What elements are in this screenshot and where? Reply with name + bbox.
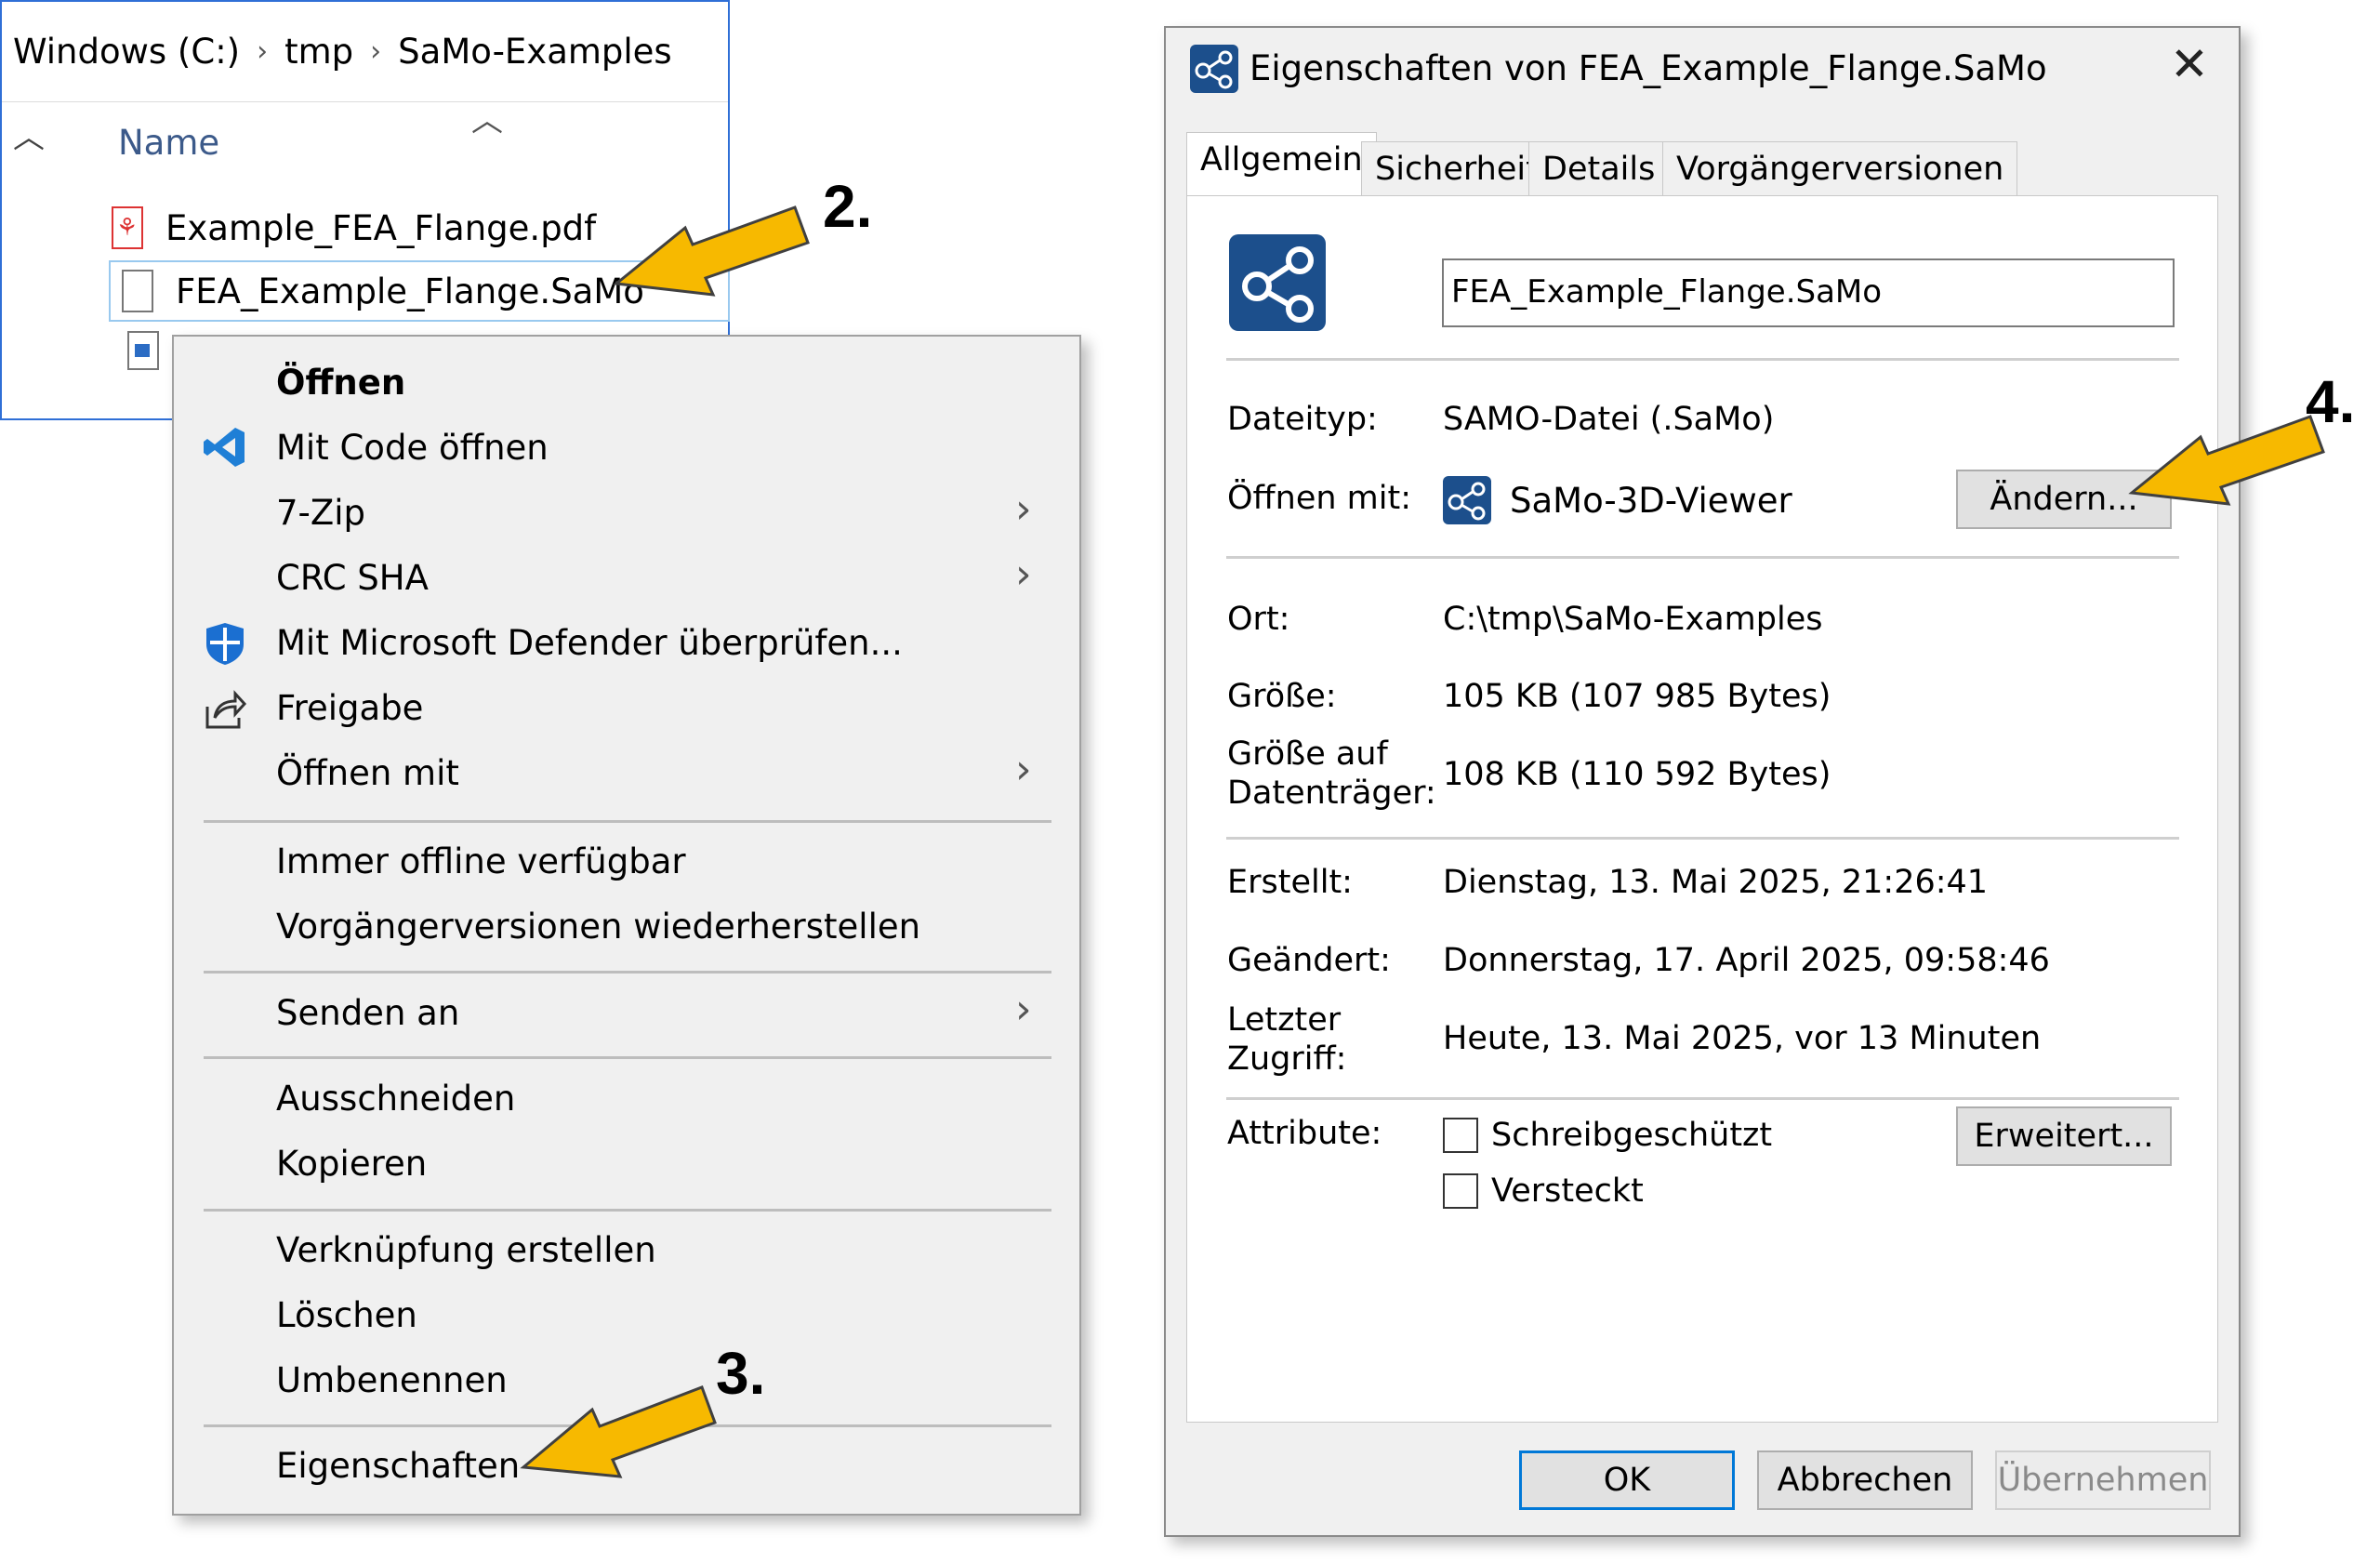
breadcrumb-tmp[interactable]: tmp — [284, 32, 353, 72]
label-zugriff: Zugriff: — [1227, 1040, 1347, 1078]
divider — [1226, 556, 2179, 559]
annotation-arrow-step4 — [2128, 415, 2325, 506]
label-schreibgeschuetzt: Schreibgeschützt — [1491, 1117, 1773, 1154]
label-datentraeger: Datenträger: — [1227, 775, 1436, 812]
label-groesse-auf: Größe auf — [1227, 735, 1388, 773]
value-geaendert: Donnerstag, 17. April 2025, 09:58:46 — [1443, 942, 2050, 979]
pdf-file-icon — [112, 206, 143, 249]
scroll-up-icon[interactable]: ︿ — [13, 112, 45, 157]
dialog-title: Eigenschaften von FEA_Example_Flange.SaM… — [1250, 48, 2047, 88]
close-icon[interactable]: ✕ — [2170, 37, 2209, 91]
submenu-chevron-icon: › — [1015, 746, 1032, 793]
value-dateityp: SAMO-Datei (.SaMo) — [1443, 401, 1775, 438]
menu-item-kopieren[interactable]: Kopieren — [276, 1136, 427, 1192]
submenu-chevron-icon: › — [1015, 550, 1032, 598]
label-groesse: Größe: — [1227, 678, 1337, 715]
document-file-icon — [127, 331, 159, 370]
label-dateityp: Dateityp: — [1227, 401, 1378, 438]
file-name: FEA_Example_Flange.SaMo — [176, 271, 644, 311]
menu-separator — [204, 971, 1051, 974]
menu-separator — [204, 1209, 1051, 1212]
sort-ascending-icon: ︿ — [471, 102, 503, 139]
samo-file-large-icon — [1229, 234, 1326, 331]
label-oeffnen-mit: Öffnen mit: — [1227, 480, 1412, 517]
annotation-step-2: 2. — [823, 173, 873, 240]
divider — [1226, 1097, 2179, 1100]
checkbox-schreibgeschuetzt[interactable] — [1443, 1118, 1478, 1153]
breadcrumb-drive[interactable]: Windows (C:) — [13, 32, 240, 72]
cancel-button[interactable]: Abbrechen — [1757, 1450, 1973, 1510]
filename-field[interactable]: FEA_Example_Flange.SaMo — [1442, 258, 2175, 327]
ok-button[interactable]: OK — [1519, 1450, 1735, 1510]
label-letzter: Letzter — [1227, 1001, 1342, 1039]
apply-button[interactable]: Übernehmen — [1995, 1450, 2211, 1510]
menu-item-eigenschaften[interactable]: Eigenschaften — [276, 1438, 520, 1494]
menu-item-oeffnen-mit[interactable]: Öffnen mit — [276, 746, 459, 801]
value-groesse: 105 KB (107 985 Bytes) — [1443, 678, 1831, 715]
menu-item-verknuepfung[interactable]: Verknüpfung erstellen — [276, 1223, 656, 1278]
label-attribute: Attribute: — [1227, 1115, 1382, 1152]
checkbox-versteckt[interactable] — [1443, 1173, 1478, 1209]
menu-item-umbenennen[interactable]: Umbenennen — [276, 1353, 508, 1409]
breadcrumb-separator-icon: › — [370, 35, 382, 68]
annotation-arrow-step2 — [613, 205, 810, 297]
samo-app-icon — [1190, 45, 1238, 93]
annotation-step-4: 4. — [2306, 368, 2356, 435]
label-geaendert: Geändert: — [1227, 942, 1391, 979]
value-erstellt: Dienstag, 13. Mai 2025, 21:26:41 — [1443, 864, 1989, 901]
menu-item-offline[interactable]: Immer offline verfügbar — [276, 834, 686, 890]
label-versteckt: Versteckt — [1491, 1172, 1644, 1210]
menu-item-vorgaengerversionen[interactable]: Vorgängerversionen wiederherstellen — [276, 899, 920, 955]
annotation-step-3: 3. — [716, 1340, 766, 1407]
value-oeffnen-mit: SaMo-3D-Viewer — [1510, 481, 1792, 521]
breadcrumb-separator-icon: › — [257, 35, 269, 68]
samo-viewer-icon — [1443, 476, 1491, 524]
menu-item-ausschneiden[interactable]: Ausschneiden — [276, 1071, 515, 1127]
divider — [1226, 837, 2179, 840]
share-icon — [205, 690, 247, 729]
column-header-name[interactable]: Name — [118, 123, 219, 163]
menu-item-defender[interactable]: Mit Microsoft Defender überprüfen... — [276, 616, 903, 671]
properties-dialog: Eigenschaften von FEA_Example_Flange.SaM… — [1164, 26, 2241, 1537]
context-menu: Öffnen Mit Code öffnen 7-Zip › CRC SHA ›… — [172, 335, 1081, 1516]
erweitert-button[interactable]: Erweitert... — [1956, 1106, 2172, 1166]
menu-item-freigabe[interactable]: Freigabe — [276, 681, 423, 736]
file-name: Example_FEA_Flange.pdf — [165, 207, 597, 248]
tab-sicherheit[interactable]: Sicherheit — [1361, 141, 1553, 195]
vscode-icon — [204, 428, 245, 467]
value-ort: C:\tmp\SaMo-Examples — [1443, 601, 1823, 638]
tab-details[interactable]: Details — [1528, 141, 1670, 195]
file-item-pdf[interactable]: Example_FEA_Flange.pdf — [112, 197, 596, 258]
tab-allgemein[interactable]: Allgemein — [1186, 132, 1377, 197]
label-erstellt: Erstellt: — [1227, 864, 1353, 901]
breadcrumb-samo-examples[interactable]: SaMo-Examples — [398, 32, 672, 72]
divider — [1226, 358, 2179, 361]
menu-item-mit-code-oeffnen[interactable]: Mit Code öffnen — [276, 420, 549, 476]
submenu-chevron-icon: › — [1015, 485, 1032, 533]
menu-item-crc-sha[interactable]: CRC SHA — [276, 550, 429, 606]
defender-shield-icon — [206, 623, 244, 665]
menu-separator — [204, 1056, 1051, 1059]
label-ort: Ort: — [1227, 601, 1290, 638]
tab-vorgaengerversionen[interactable]: Vorgängerversionen — [1662, 141, 2018, 195]
value-groesse-auf-datentraeger: 108 KB (110 592 Bytes) — [1443, 756, 1831, 793]
menu-item-senden-an[interactable]: Senden an — [276, 986, 459, 1041]
menu-separator — [204, 820, 1051, 823]
value-letzter-zugriff: Heute, 13. Mai 2025, vor 13 Minuten — [1443, 1020, 2042, 1057]
menu-item-loeschen[interactable]: Löschen — [276, 1288, 417, 1344]
menu-item-7zip[interactable]: 7-Zip — [276, 485, 365, 541]
file-item-partial[interactable] — [127, 331, 161, 376]
address-bar[interactable]: Windows (C:) › tmp › SaMo-Examples — [2, 2, 728, 102]
annotation-arrow-step3 — [520, 1385, 717, 1478]
menu-item-oeffnen[interactable]: Öffnen — [276, 355, 405, 411]
samo-file-icon — [122, 270, 153, 312]
submenu-chevron-icon: › — [1015, 986, 1032, 1033]
